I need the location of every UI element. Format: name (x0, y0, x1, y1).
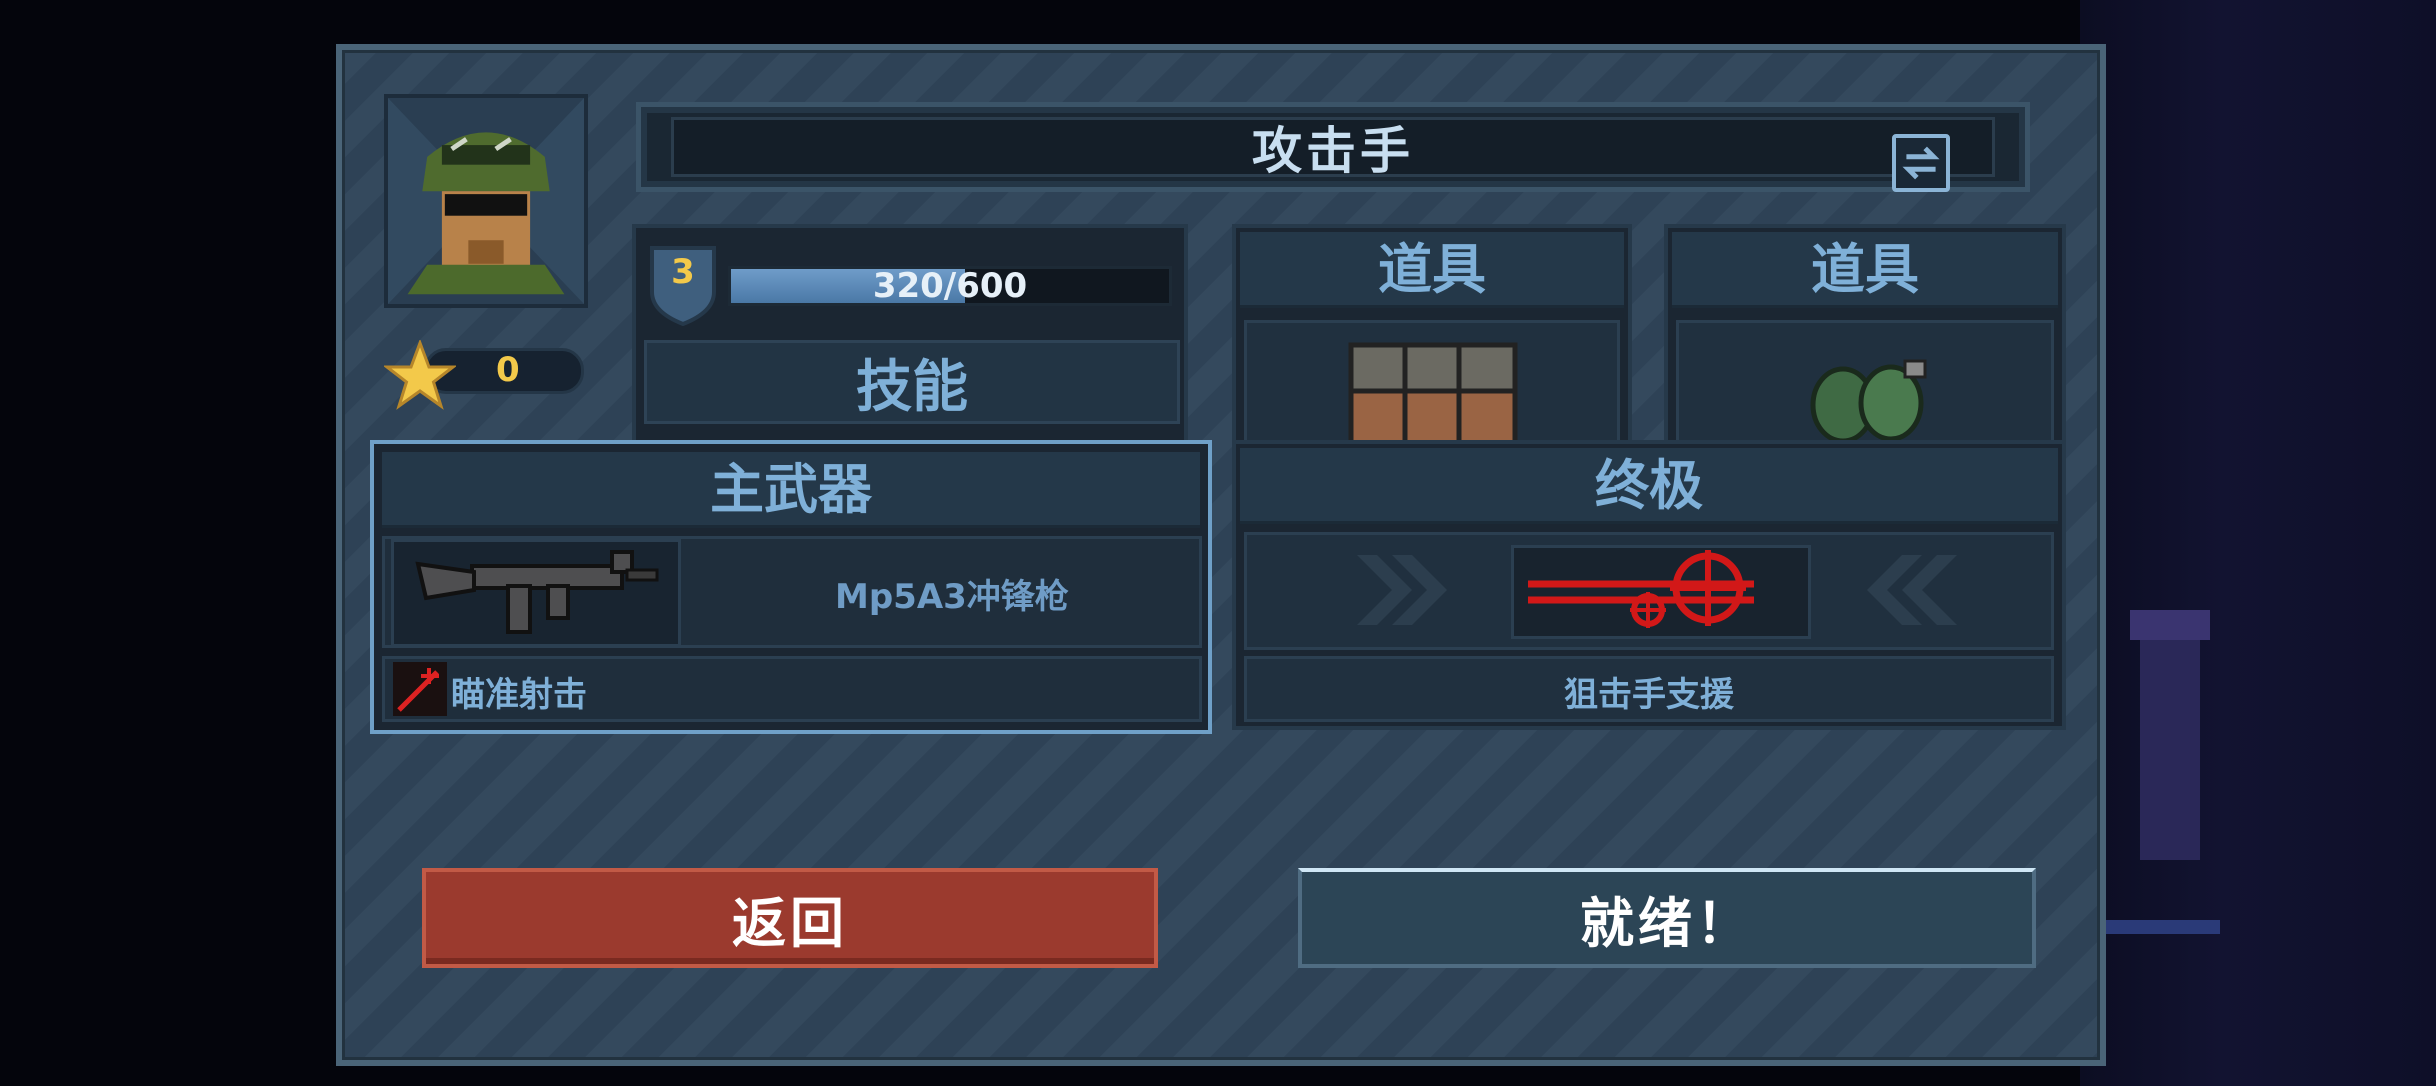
star-rank: 0 (384, 340, 588, 410)
sniper-support-icon (1528, 550, 1754, 628)
back-button[interactable]: 返回 (422, 868, 1158, 968)
skill-button[interactable]: 技能 (644, 340, 1180, 424)
item-slot-heading: 道具 (1240, 232, 1624, 308)
primary-weapon-slot[interactable]: 主武器 Mp5A3冲锋枪 瞄准射击 (370, 440, 1212, 734)
primary-weapon-heading: 主武器 (382, 452, 1200, 528)
perk-label: 瞄准射击 (451, 675, 587, 715)
xp-bar: 320/600 (728, 266, 1172, 306)
chevron-left-icon (1867, 555, 1957, 625)
star-count: 0 (496, 350, 520, 390)
weapon-name: Mp5A3冲锋枪 (835, 577, 1069, 617)
ready-button[interactable]: 就绪！ (1298, 868, 2036, 968)
smg-icon (415, 550, 659, 634)
soldier-portrait-icon (384, 94, 588, 308)
swap-class-button[interactable] (1892, 134, 1950, 192)
swap-icon (1902, 146, 1940, 180)
star-icon (384, 340, 456, 410)
background-scene (2080, 0, 2436, 1086)
level-number: 3 (671, 252, 695, 292)
crosshair-shot-icon (393, 662, 447, 716)
item-slot-heading: 道具 (1672, 232, 2058, 308)
xp-text: 320/600 (872, 266, 1028, 306)
ultimate-heading: 终极 (1240, 448, 2058, 524)
class-title: 攻击手 (1252, 122, 1414, 180)
ultimate-slot[interactable]: 终极 狙击手支援 (1232, 440, 2066, 730)
loadout-panel: 0 攻击手 3 320/600 技能 道具 道具 主武器 Mp5A3冲锋枪 瞄准… (336, 44, 2106, 1066)
grenades-icon (1810, 359, 1927, 444)
ultimate-icon-frame (1511, 545, 1811, 639)
ammo-crate-icon (1348, 342, 1518, 450)
ultimate-label: 狙击手支援 (1564, 675, 1734, 715)
class-title-bar: 攻击手 (636, 102, 2030, 192)
chevron-right-icon (1357, 555, 1447, 625)
